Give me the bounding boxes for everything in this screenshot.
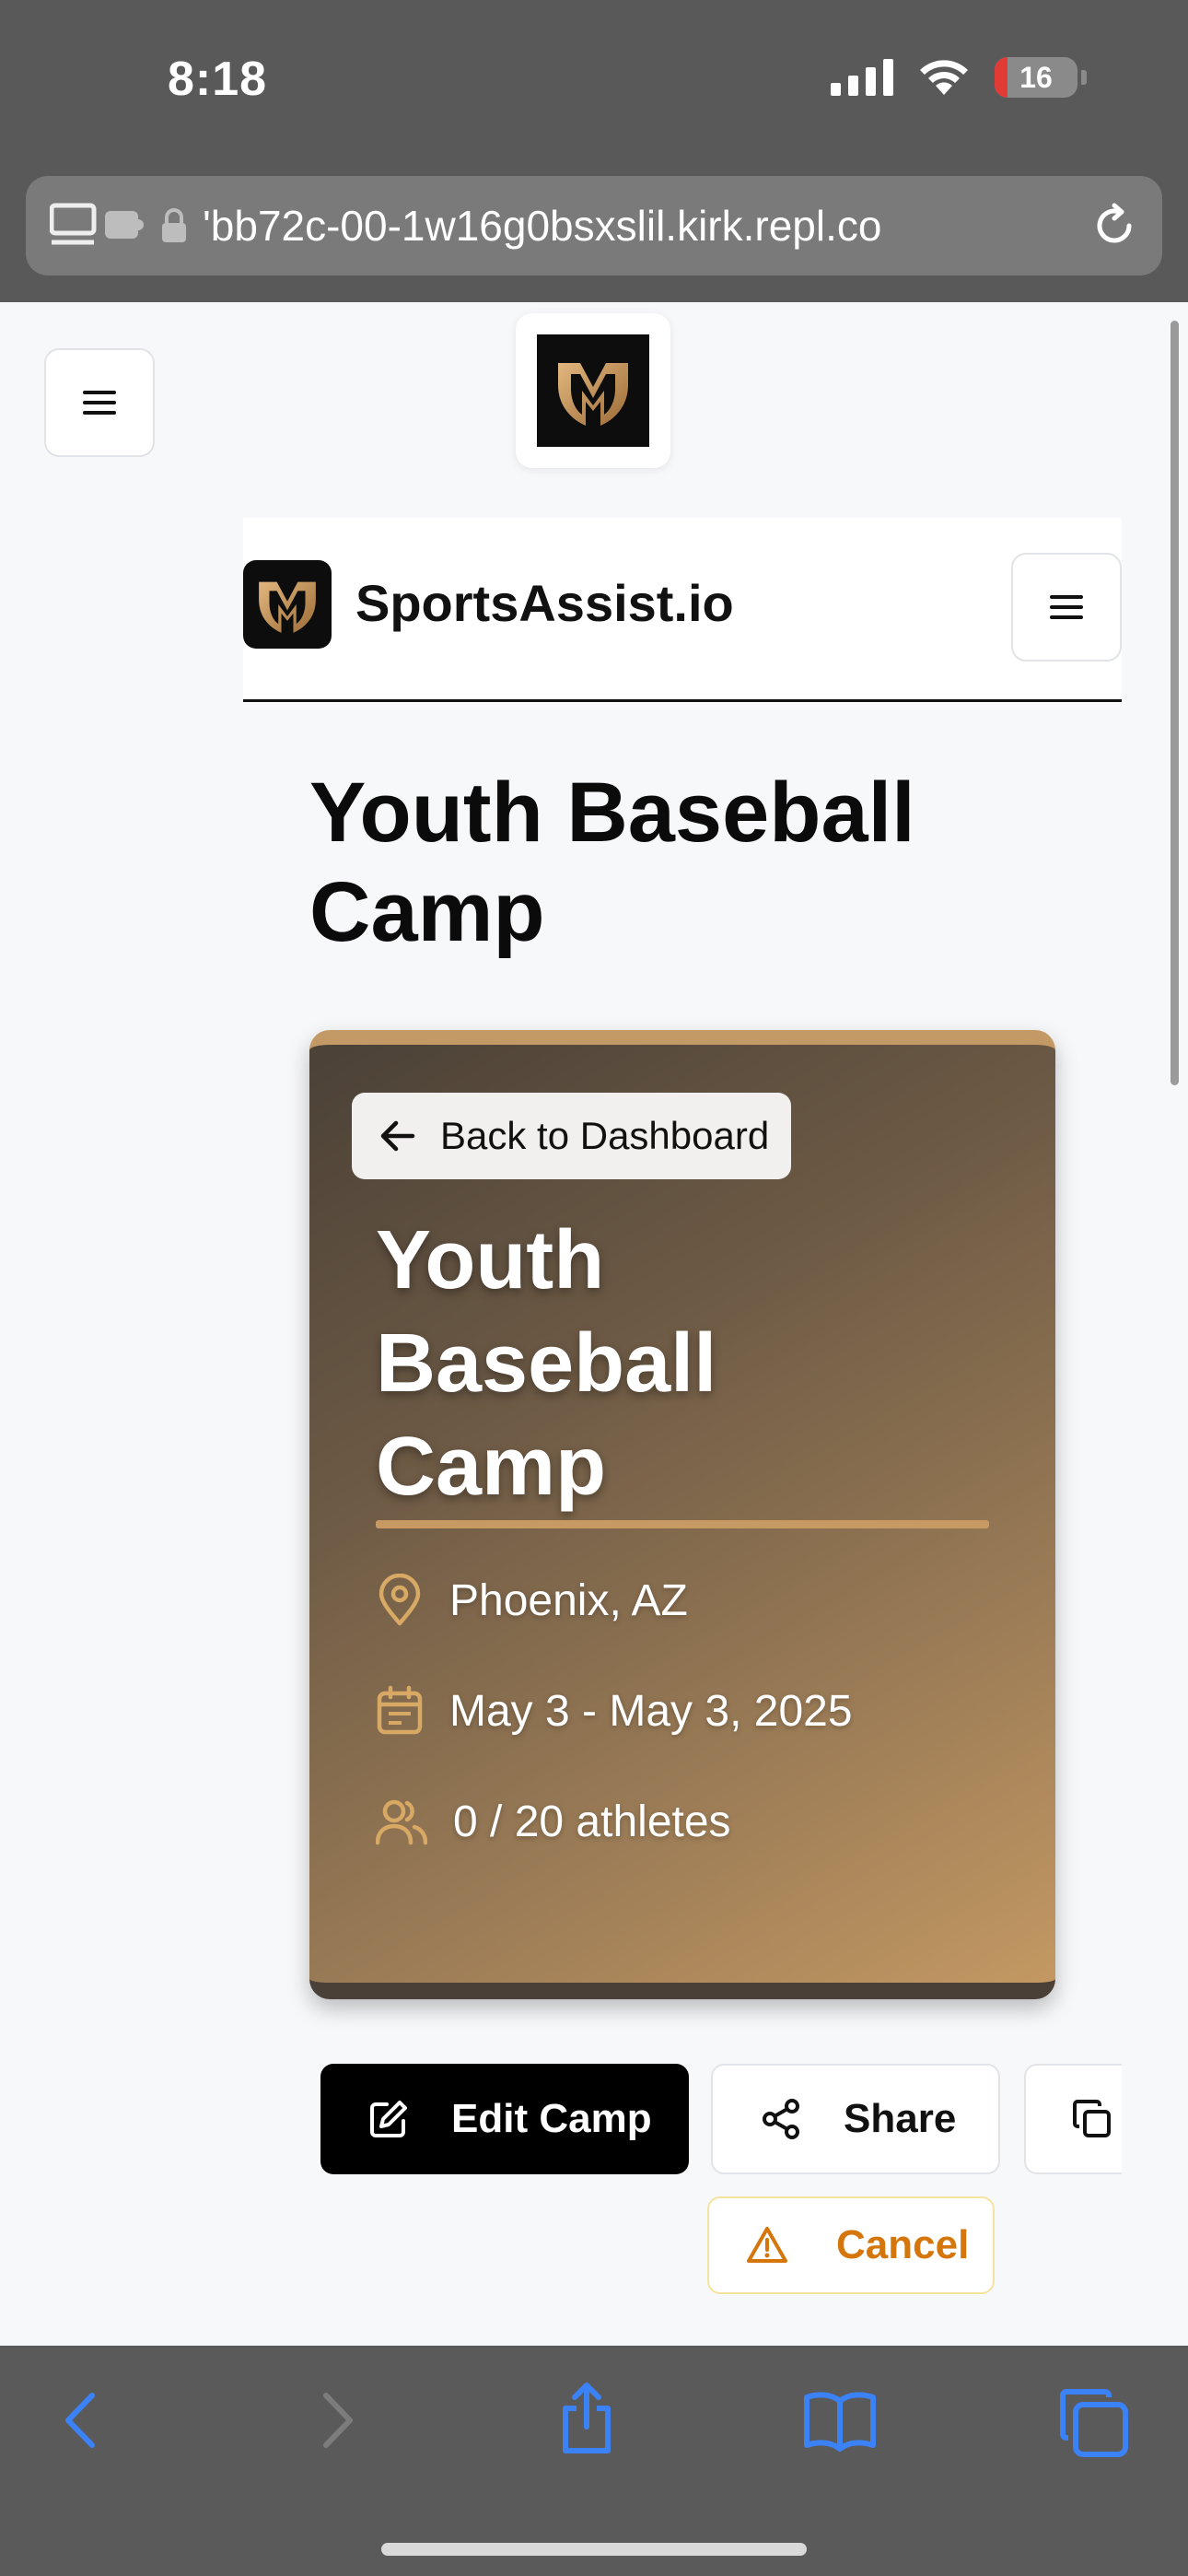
status-icons: 16	[831, 57, 1087, 98]
share-label: Share	[844, 2096, 957, 2141]
dates-row: May 3 - May 3, 2025	[376, 1684, 853, 1738]
nav-logo[interactable]	[243, 560, 332, 649]
menu-icon	[1050, 595, 1083, 619]
lock-icon	[162, 208, 186, 242]
top-navbar: SportsAssist.io	[243, 518, 1122, 702]
camp-location: Phoenix, AZ	[449, 1575, 688, 1625]
forward-icon[interactable]	[313, 2388, 361, 2453]
back-icon[interactable]	[57, 2388, 105, 2453]
calendar-icon	[377, 1685, 423, 1735]
nav-menu-button[interactable]	[1011, 553, 1122, 662]
menu-icon	[83, 391, 116, 415]
reader-extensions-icon[interactable]	[50, 200, 146, 252]
users-icon	[376, 1799, 427, 1845]
share-button[interactable]: Share	[711, 2064, 1000, 2174]
browser-toolbar	[0, 2346, 1188, 2576]
url-bar[interactable]: 'bb72c-00-1w16g0bsxslil.kirk.repl.co	[26, 176, 1162, 275]
reload-icon[interactable]	[1090, 202, 1138, 250]
cancel-camp-button[interactable]: Cancel	[707, 2196, 995, 2294]
logo-icon	[259, 581, 316, 633]
hero-title: Youth Baseball Camp	[376, 1214, 717, 1513]
duplicate-button[interactable]	[1024, 2064, 1122, 2174]
back-to-dashboard-label: Back to Dashboard	[440, 1114, 770, 1157]
page-content: SportsAssist.io Youth Baseball Camp Back…	[0, 302, 1188, 2346]
camp-athletes: 0 / 20 athletes	[453, 1797, 731, 1846]
camp-hero-card: Back to Dashboard Youth Baseball Camp Ph…	[309, 1030, 1055, 1999]
hero-divider	[376, 1520, 989, 1528]
share-up-icon[interactable]	[556, 2381, 617, 2456]
browser-url-area: 'bb72c-00-1w16g0bsxslil.kirk.repl.co	[0, 161, 1188, 302]
home-indicator	[381, 2543, 807, 2556]
page-title: Youth Baseball Camp	[309, 766, 915, 959]
back-to-dashboard-button[interactable]: Back to Dashboard	[352, 1093, 792, 1179]
battery-level: 16	[1019, 60, 1053, 94]
sidebar-menu-button[interactable]	[44, 348, 155, 457]
signal-icon	[831, 59, 893, 96]
copy-icon	[1073, 2100, 1111, 2137]
edit-icon	[370, 2101, 407, 2137]
tabs-icon[interactable]	[1059, 2388, 1129, 2458]
edit-camp-button[interactable]: Edit Camp	[320, 2064, 689, 2174]
athletes-row: 0 / 20 athletes	[376, 1795, 731, 1848]
cancel-label: Cancel	[836, 2222, 970, 2267]
logo-icon	[558, 363, 628, 426]
edit-camp-label: Edit Camp	[451, 2096, 652, 2141]
location-row: Phoenix, AZ	[376, 1574, 688, 1627]
warning-icon	[747, 2227, 787, 2263]
wifi-icon	[920, 60, 968, 95]
map-pin-icon	[379, 1574, 421, 1626]
url-text[interactable]: 'bb72c-00-1w16g0bsxslil.kirk.repl.co	[203, 201, 1090, 251]
status-time: 8:18	[168, 53, 268, 106]
share-icon	[763, 2099, 799, 2139]
camp-dates: May 3 - May 3, 2025	[449, 1686, 853, 1736]
status-bar: 8:18 16	[0, 0, 1188, 161]
scrollbar[interactable]	[1171, 321, 1179, 1085]
app-logo[interactable]	[516, 313, 670, 468]
battery-indicator: 16	[995, 57, 1077, 98]
brand-name[interactable]: SportsAssist.io	[355, 573, 734, 633]
arrow-left-icon	[380, 1120, 415, 1152]
bookmarks-icon[interactable]	[803, 2388, 877, 2453]
